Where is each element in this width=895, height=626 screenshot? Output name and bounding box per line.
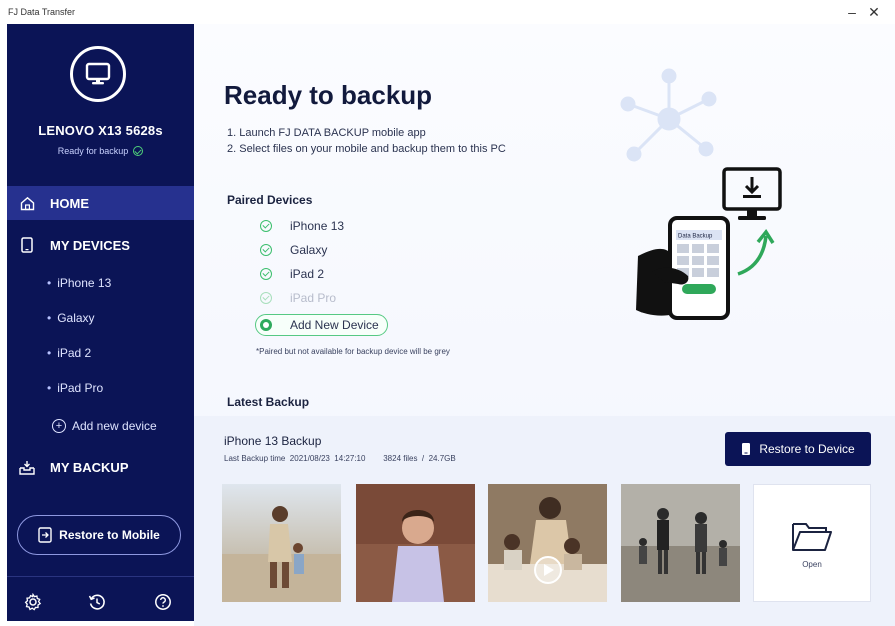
paired-device-ipad-2[interactable]: iPad 2 (260, 267, 324, 281)
paired-device-galaxy[interactable]: Galaxy (260, 243, 327, 257)
backup-illustration: Data Backup (636, 167, 782, 320)
check-circle-icon (133, 146, 144, 156)
phone-icon (741, 442, 751, 456)
check-circle-icon (260, 292, 272, 304)
photo-thumbnail[interactable] (222, 484, 341, 602)
paired-device-iphone-13[interactable]: iPhone 13 (260, 219, 344, 233)
nav-my-devices[interactable]: MY DEVICES (7, 228, 194, 262)
sidebar-device-ipad-2[interactable]: • iPad 2 (47, 346, 91, 360)
main-panel: Ready to backup 1. Launch FJ DATA BACKUP… (194, 24, 895, 626)
restore-to-mobile-label: Restore to Mobile (59, 528, 160, 542)
sidebar-device-label: iPad 2 (57, 346, 92, 360)
page-title: Ready to backup (224, 80, 433, 110)
sidebar-divider (7, 576, 194, 577)
paired-device-ipad-pro: iPad Pro (260, 291, 336, 305)
nav-home-label: HOME (50, 195, 89, 211)
settings-icon[interactable] (23, 592, 43, 612)
check-circle-icon (260, 244, 272, 256)
photo-thumbnail[interactable] (488, 484, 607, 602)
window-title: FJ Data Transfer (8, 7, 76, 17)
paired-device-label: iPad 2 (290, 267, 325, 281)
nav-my-backup-label: MY BACKUP (50, 459, 129, 475)
add-new-device-label: Add new device (72, 419, 157, 433)
sidebar-device-iphone-13[interactable]: • iPhone 13 (47, 276, 111, 290)
close-button[interactable]: ✕ (866, 4, 882, 21)
paired-device-label: Galaxy (290, 243, 328, 257)
illustration-phone-title: Data Backup (678, 234, 713, 240)
add-new-device-link[interactable]: + Add new device (52, 419, 157, 433)
check-circle-icon (260, 268, 272, 280)
nav-my-backup[interactable]: MY BACKUP (7, 450, 194, 484)
device-status: Ready for backup (7, 146, 194, 156)
backup-meta: Last Backup time 2021/08/23 14:27:10 382… (224, 454, 456, 463)
plus-circle-icon: + (52, 419, 66, 433)
paired-devices-title: Paired Devices (227, 193, 313, 207)
sidebar-device-label: iPad Pro (57, 381, 104, 395)
instruction-step-1: 1. Launch FJ DATA BACKUP mobile app (227, 127, 426, 139)
paired-device-label: iPad Pro (290, 291, 337, 305)
nav-home[interactable]: HOME (7, 186, 194, 220)
add-circle-icon (260, 319, 272, 331)
instruction-step-2: 2. Select files on your mobile and backu… (227, 143, 506, 155)
device-name: LENOVO X13 5628s (38, 123, 163, 138)
nav-my-devices-label: MY DEVICES (50, 237, 130, 253)
sidebar: LENOVO X13 5628s Ready for backup HOME M… (7, 24, 194, 621)
device-status-text: Ready for backup (57, 146, 129, 156)
latest-backup-title: Latest Backup (227, 395, 310, 409)
sidebar-device-label: iPhone 13 (57, 276, 112, 290)
add-new-device-button[interactable]: Add New Device (255, 314, 388, 336)
backup-tray-icon (19, 459, 35, 475)
sidebar-device-label: Galaxy (57, 311, 95, 325)
sidebar-device-galaxy[interactable]: • Galaxy (47, 311, 95, 325)
photo-thumbnail[interactable] (621, 484, 740, 602)
title-bar: FJ Data Transfer – ✕ (0, 0, 895, 24)
photo-thumbnail[interactable] (356, 484, 475, 602)
sidebar-device-ipad-pro[interactable]: • iPad Pro (47, 381, 103, 395)
minimize-button[interactable]: – (844, 4, 860, 20)
phone-icon (19, 237, 35, 253)
home-icon (19, 195, 35, 211)
monitor-download-icon (722, 167, 782, 220)
paired-device-label: iPhone 13 (290, 219, 345, 233)
check-circle-icon (260, 220, 272, 232)
open-folder-button[interactable]: Open (753, 484, 871, 602)
restore-to-device-label: Restore to Device (759, 442, 855, 456)
paired-note: *Paired but not available for backup dev… (256, 347, 450, 356)
decorative-network-graphic (620, 68, 717, 162)
history-icon[interactable] (87, 592, 107, 612)
add-new-device-label: Add New Device (290, 318, 379, 332)
help-icon[interactable] (153, 592, 173, 612)
computer-icon (70, 46, 126, 102)
restore-phone-icon (38, 527, 52, 543)
folder-open-icon (792, 522, 832, 551)
open-folder-label: Open (802, 559, 822, 569)
restore-to-device-button[interactable]: Restore to Device (725, 432, 871, 466)
restore-to-mobile-button[interactable]: Restore to Mobile (17, 515, 181, 555)
backup-name: iPhone 13 Backup (224, 434, 322, 448)
